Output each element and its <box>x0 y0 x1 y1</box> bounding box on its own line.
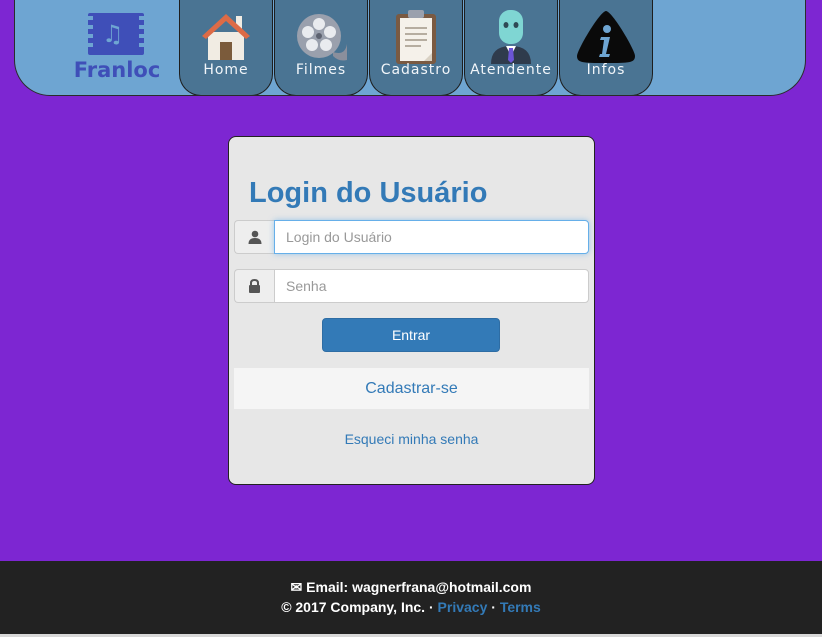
film-reel-icon <box>297 14 347 61</box>
tab-infos[interactable]: Infos <box>559 0 653 95</box>
brand-name: Franloc <box>73 58 161 82</box>
login-title: Login do Usuário <box>249 177 488 209</box>
password-group <box>234 269 589 303</box>
footer-email-text: Email: wagnerfrana@hotmail.com <box>306 579 532 595</box>
tab-label: Home <box>203 62 249 78</box>
username-group <box>234 220 589 254</box>
tab-cadastro[interactable]: Cadastro <box>369 0 463 95</box>
username-input[interactable] <box>274 220 589 254</box>
music-film-icon: ♫ <box>88 13 144 55</box>
brand-logo[interactable]: ♫ Franloc <box>67 10 163 86</box>
tab-label: Cadastro <box>380 62 452 78</box>
top-navbar: ♫ Franloc Home Filmes Cadastro Atendente… <box>14 0 806 96</box>
copyright-text: © 2017 Company, Inc. <box>281 599 426 615</box>
terms-link[interactable]: Terms <box>500 599 541 615</box>
login-button[interactable]: Entrar <box>322 318 500 352</box>
forgot-password-link[interactable]: Esqueci minha senha <box>229 431 594 447</box>
register-link[interactable]: Cadastrar-se <box>234 368 589 409</box>
password-input[interactable] <box>274 269 589 303</box>
info-icon <box>577 11 635 63</box>
tab-home[interactable]: Home <box>179 0 273 95</box>
tab-label: Filmes <box>295 62 347 78</box>
tab-atendente[interactable]: Atendente <box>464 0 558 95</box>
envelope-icon: ✉ <box>290 579 303 595</box>
login-panel: Login do Usuário Entrar Cadastrar-se Esq… <box>228 136 595 485</box>
attendant-icon <box>491 10 531 64</box>
clipboard-icon <box>396 10 436 64</box>
privacy-link[interactable]: Privacy <box>438 599 488 615</box>
footer-copyright-line: © 2017 Company, Inc. · Privacy · Terms <box>0 599 822 615</box>
user-icon <box>234 220 274 254</box>
house-icon <box>202 14 250 60</box>
separator: · <box>428 599 434 615</box>
lock-icon <box>234 269 274 303</box>
tab-label: Atendente <box>470 62 552 78</box>
tab-label: Infos <box>586 62 626 78</box>
footer-email: ✉ Email: wagnerfrana@hotmail.com <box>0 579 822 596</box>
separator: · <box>491 599 496 615</box>
tab-filmes[interactable]: Filmes <box>274 0 368 95</box>
footer: ✉ Email: wagnerfrana@hotmail.com © 2017 … <box>0 561 822 637</box>
